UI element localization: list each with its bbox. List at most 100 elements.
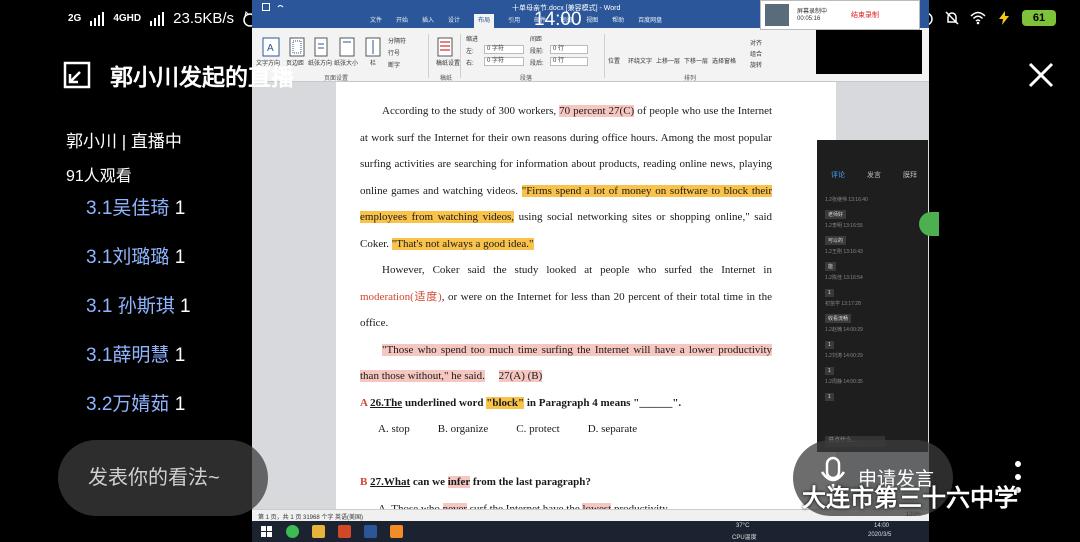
mute-bell-icon: [945, 11, 959, 25]
send-backward-button[interactable]: 下移一层: [684, 56, 708, 65]
side-panel-toggle[interactable]: [919, 212, 939, 236]
chat-text: 1: [174, 345, 186, 366]
space-before-field[interactable]: 0 行: [550, 45, 588, 54]
paragraph-group-label: 段落: [520, 76, 533, 82]
viewer-count: 91人观看: [66, 168, 132, 185]
recorder-app-icon[interactable]: [390, 525, 403, 538]
tab-layout[interactable]: 布局: [474, 14, 495, 28]
answer-27: B: [360, 476, 368, 488]
spacing-heading: 间距: [530, 37, 543, 43]
group-option[interactable]: 组合: [750, 49, 762, 58]
undo-icon[interactable]: [276, 3, 284, 11]
ribbon-separator: [428, 34, 429, 78]
side-message: 1.2张继伟 13:16:40 老师好: [825, 196, 921, 222]
word-icon[interactable]: [364, 525, 377, 538]
side-message: 初苗学 13:17:28 收看流畅: [825, 300, 921, 326]
side-tab-speak[interactable]: 发言: [867, 170, 881, 180]
wifi-icon: [970, 11, 986, 25]
position-button[interactable]: 位置: [608, 56, 620, 65]
indent-heading: 缩进: [466, 37, 479, 43]
tab-insert[interactable]: 插入: [422, 14, 434, 28]
chat-text: 1: [174, 394, 186, 415]
chat-list: 3.1吴佳琦 1 3.1刘璐璐 1 3.1 孙斯琪 1 3.1薛明慧 1 3.2…: [86, 193, 191, 438]
screen-recorder-widget: 屏幕录制中 00:05:16 结束录制: [760, 0, 920, 30]
tab-help[interactable]: 帮助: [612, 14, 624, 28]
screen-clock: 14:00: [534, 9, 582, 30]
paragraph-3: "Those who spend too much time surfing t…: [360, 337, 772, 390]
orientation-icon[interactable]: [310, 36, 332, 58]
space-before-label: 段前:: [530, 49, 544, 55]
answer-26: A: [360, 396, 368, 409]
indent-right-label: 右:: [466, 61, 474, 67]
indent-right-field[interactable]: 0 字符: [484, 57, 524, 66]
wrap-text-button[interactable]: 环绕文字: [628, 56, 652, 65]
comment-input[interactable]: 发表你的看法~: [58, 440, 268, 516]
side-tab-worship[interactable]: 膜拜: [903, 170, 917, 180]
windows-start-icon[interactable]: [260, 525, 273, 538]
tab-baidu[interactable]: 百度网盘: [638, 14, 662, 28]
paragraph-2: However, Coker said the study looked at …: [360, 257, 772, 337]
bring-forward-button[interactable]: 上移一层: [656, 56, 680, 65]
cpu-temp-label: CPU温度: [732, 535, 757, 541]
host-status: 郭小川 | 直播中: [66, 132, 182, 151]
rotate-option[interactable]: 旋转: [750, 60, 762, 69]
moderation-note: moderation(适度): [360, 290, 442, 303]
question-27-number: 27.What: [370, 476, 411, 488]
size-icon[interactable]: [336, 36, 358, 58]
document-body: According to the study of 300 workers, 7…: [360, 98, 772, 522]
paper-settings-icon[interactable]: [434, 36, 456, 58]
space-after-field[interactable]: 0 行: [550, 57, 588, 66]
size-label: 纸张大小: [334, 61, 359, 67]
margins-icon[interactable]: [286, 36, 308, 58]
close-icon[interactable]: [1026, 60, 1056, 90]
stop-recording-button[interactable]: 结束录制: [851, 10, 879, 20]
folder-icon[interactable]: [312, 525, 325, 538]
space-after-label: 段后:: [530, 61, 544, 67]
minimize-window-icon[interactable]: [62, 60, 92, 90]
windows-taskbar: 37°C CPU温度 14:00 2020/3/5: [252, 521, 929, 542]
powerpoint-icon[interactable]: [338, 525, 351, 538]
question-26: A 26.The underlined word "block" in Para…: [360, 390, 772, 417]
tab-file[interactable]: 文件: [370, 14, 382, 28]
message-author: 1.2王刚 13:16:43: [825, 249, 863, 255]
tab-design[interactable]: 设计: [448, 14, 460, 28]
highlight-70-percent: 70 percent 27(C): [559, 105, 635, 117]
columns-icon[interactable]: [362, 36, 384, 58]
side-tab-comments[interactable]: 评论: [831, 170, 845, 180]
orientation-label: 纸张方向: [308, 61, 333, 67]
hyphenation-option[interactable]: 断字: [388, 60, 400, 69]
chat-item: 3.1刘璐璐 1: [86, 242, 191, 291]
indent-left-field[interactable]: 0 字符: [484, 45, 524, 54]
tab-home[interactable]: 开始: [396, 14, 408, 28]
side-message: 1.2陈佳 13:16:54 1: [825, 274, 921, 300]
school-watermark: 大连市第三十六中学: [802, 485, 1018, 512]
chat-user: 3.1 孙斯琪: [86, 296, 175, 317]
q27-text: can we: [410, 476, 448, 488]
chat-user: 3.2万婧茹: [86, 394, 170, 415]
taskbar-date: 2020/3/5: [868, 532, 892, 538]
option-c: C. protect: [516, 423, 560, 435]
ribbon-separator-2: [460, 34, 461, 78]
side-message-list: 1.2张继伟 13:16:40 老师好 1.2李明 13:16:55 可以的 1.2…: [825, 196, 921, 404]
align-option[interactable]: 对齐: [750, 38, 762, 47]
network-speed: 23.5KB/s: [173, 10, 235, 27]
chat-item: 3.1吴佳琦 1: [86, 193, 191, 242]
breaks-option[interactable]: 分隔符: [388, 36, 406, 45]
text-direction-icon[interactable]: A: [260, 36, 282, 58]
message-text: 1: [825, 393, 834, 401]
page-setup-group-label: 页面设置: [324, 76, 349, 82]
selection-pane-button[interactable]: 选择窗格: [712, 56, 736, 65]
tab-references[interactable]: 引用: [508, 14, 520, 28]
line-numbers-option[interactable]: 行号: [388, 48, 400, 57]
taskbar-time: 14:00: [874, 523, 890, 529]
document-page[interactable]: According to the study of 300 workers, 7…: [336, 82, 836, 522]
message-text: 收看流畅: [825, 314, 852, 323]
side-comment-panel: 评论 发言 膜拜 1.2张继伟 13:16:40 老师好 1.2李明 13:16:…: [817, 140, 928, 452]
message-text: 老师好: [825, 210, 847, 219]
save-icon[interactable]: [262, 3, 270, 11]
video-overlay: [816, 30, 922, 74]
tab-view[interactable]: 视图: [586, 14, 598, 28]
chat-user: 3.1吴佳琦: [86, 198, 170, 219]
browser-icon[interactable]: [286, 525, 299, 538]
message-author: 初苗学 13:17:28: [825, 301, 861, 307]
